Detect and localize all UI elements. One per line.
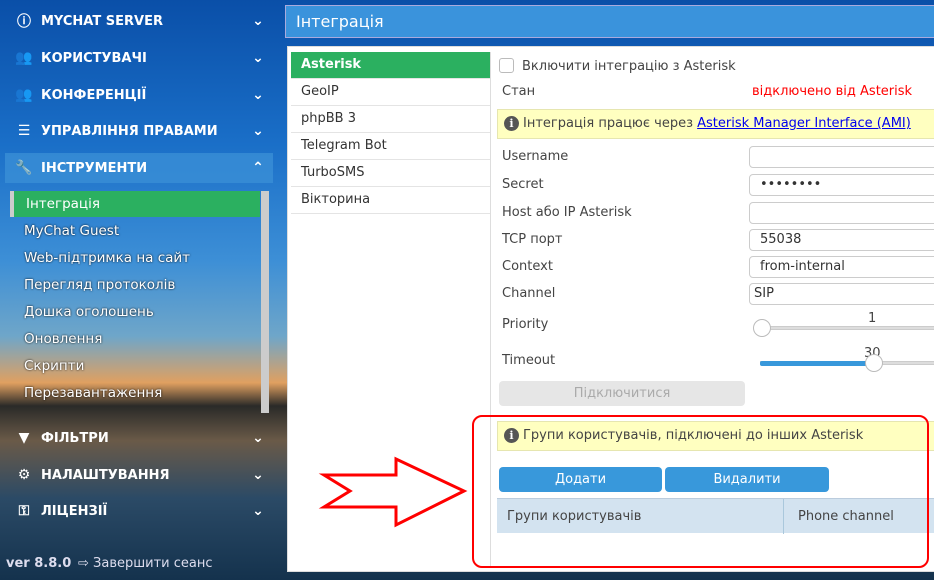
- gears-icon: ⚙: [17, 467, 31, 483]
- host-label: Host або IP Asterisk: [502, 205, 632, 220]
- tab-turbosms[interactable]: TurboSMS: [291, 160, 490, 187]
- timeout-label: Timeout: [502, 353, 556, 368]
- host-input[interactable]: [749, 202, 934, 224]
- port-label: TCP порт: [502, 232, 563, 247]
- nav-filters[interactable]: ▼ ФІЛЬТРИ ⌄: [5, 423, 273, 453]
- enable-label: Включити інтеграцію з Asterisk: [522, 59, 736, 74]
- chevron-down-icon: ⌄: [252, 503, 264, 519]
- secret-input[interactable]: ••••••••: [749, 174, 934, 196]
- nav-mychat-server[interactable]: ⓘ MYCHAT SERVER ⌄: [5, 6, 273, 36]
- enable-checkbox[interactable]: [499, 58, 514, 73]
- filter-icon: ▼: [18, 430, 30, 446]
- list-icon: ☰: [17, 123, 31, 139]
- chevron-down-icon: ⌄: [252, 467, 264, 483]
- priority-value: 1: [868, 311, 877, 326]
- version: ver 8.8.0: [6, 556, 72, 571]
- sub-scripts[interactable]: Скрипти: [10, 353, 260, 379]
- users-icon: 👥: [15, 50, 33, 66]
- context-label: Context: [502, 259, 553, 274]
- nav-licenses[interactable]: ⚿ ЛІЦЕНЗІЇ ⌄: [5, 496, 273, 526]
- sub-board[interactable]: Дошка оголошень: [10, 299, 260, 325]
- nav-rights[interactable]: ☰ УПРАВЛІННЯ ПРАВАМИ ⌄: [5, 116, 273, 146]
- tab-telegram[interactable]: Telegram Bot: [291, 133, 490, 160]
- chevron-up-icon: ⌃: [252, 160, 264, 176]
- logout-icon: ⇨: [78, 556, 89, 571]
- page-title: Інтеграція: [285, 5, 934, 38]
- logout-link[interactable]: ⇨ Завершити сеанс: [78, 556, 213, 571]
- nav-users[interactable]: 👥 КОРИСТУВАЧІ ⌄: [5, 43, 273, 73]
- users-icon: 👥: [15, 87, 33, 103]
- username-label: Username: [502, 149, 569, 164]
- sub-web-support[interactable]: Web-підтримка на сайт: [10, 245, 260, 271]
- connect-button[interactable]: Підключитися: [499, 381, 745, 406]
- timeout-slider-handle[interactable]: [865, 354, 883, 372]
- sub-logs[interactable]: Перегляд протоколів: [10, 272, 260, 298]
- sidebar: ⓘ MYCHAT SERVER ⌄ 👥 КОРИСТУВАЧІ ⌄ 👥 КОНФЕРЕНЦ…: [0, 0, 285, 580]
- chevron-down-icon: ⌄: [252, 87, 264, 103]
- key-icon: ⚿: [18, 503, 30, 519]
- submenu-scrollbar[interactable]: [261, 191, 269, 413]
- priority-slider[interactable]: [762, 326, 934, 330]
- tab-geoip[interactable]: GeoIP: [291, 79, 490, 106]
- channel-label: Channel: [502, 286, 556, 301]
- priority-slider-handle[interactable]: [753, 319, 771, 337]
- port-input[interactable]: 55038: [749, 229, 934, 251]
- wrench-icon: 🔧: [15, 160, 33, 176]
- sub-integration[interactable]: Інтеграція: [10, 191, 260, 217]
- state-label: Стан: [502, 84, 536, 99]
- nav-tools[interactable]: 🔧 ІНСТРУМЕНТИ ⌃: [5, 153, 273, 183]
- tab-asterisk[interactable]: Asterisk: [291, 52, 490, 79]
- nav-settings[interactable]: ⚙ НАЛАШТУВАННЯ ⌄: [5, 460, 273, 490]
- secret-label: Secret: [502, 177, 544, 192]
- tab-quiz[interactable]: Вікторина: [291, 187, 490, 214]
- state-value: відключено від Asterisk: [752, 84, 913, 99]
- ami-link[interactable]: Asterisk Manager Interface (AMI): [697, 116, 911, 131]
- chevron-down-icon: ⌄: [252, 50, 264, 66]
- sub-restart[interactable]: Перезавантаження: [10, 380, 260, 406]
- ami-note: i Інтеграція працює через Asterisk Manage…: [497, 109, 934, 139]
- chevron-down-icon: ⌄: [252, 123, 264, 139]
- highlight-frame: [472, 415, 929, 568]
- chevron-down-icon: ⌄: [252, 430, 264, 446]
- timeout-slider-fill: [760, 361, 870, 366]
- username-input[interactable]: [749, 146, 934, 168]
- sub-updates[interactable]: Оновлення: [10, 326, 260, 352]
- priority-label: Priority: [502, 317, 549, 332]
- annotation-arrow-icon: [318, 456, 468, 528]
- context-input[interactable]: from-internal: [749, 256, 934, 278]
- nav-conferences[interactable]: 👥 КОНФЕРЕНЦІЇ ⌄: [5, 80, 273, 110]
- channel-select[interactable]: SIP: [749, 283, 934, 305]
- tab-phpbb[interactable]: phpBB 3: [291, 106, 490, 133]
- chevron-down-icon: ⌄: [252, 13, 264, 29]
- info-icon: ⓘ: [17, 14, 31, 30]
- info-icon: i: [504, 116, 519, 131]
- sub-guest[interactable]: MyChat Guest: [10, 218, 260, 244]
